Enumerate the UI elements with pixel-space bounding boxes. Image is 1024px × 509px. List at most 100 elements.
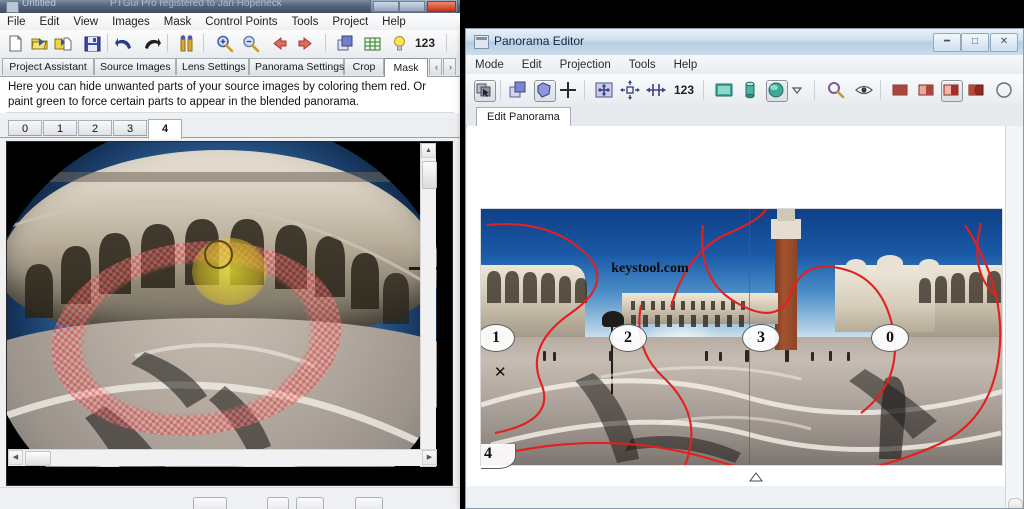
image-marker-2[interactable]: 2 [609, 324, 647, 353]
menu-file[interactable]: File [0, 13, 33, 29]
fit-to-window-icon[interactable] [594, 80, 614, 100]
open-project-icon[interactable] [30, 34, 49, 53]
panorama-canvas[interactable]: keystool.com 1 2 3 0 ✕ 4 [467, 126, 1005, 486]
next-icon[interactable] [296, 34, 315, 53]
canvas-scroll-up-button[interactable]: ▲ [421, 143, 436, 158]
main-close-button[interactable] [427, 1, 456, 12]
image-tab-4[interactable]: 4 [148, 119, 182, 139]
hint-icon[interactable] [390, 34, 409, 53]
panorama-editor-minimize-button[interactable]: ━ [933, 33, 961, 52]
panorama-editor-titlebar[interactable]: Panorama Editor ━ □ ✕ [466, 29, 1023, 56]
main-minimize-button[interactable] [373, 1, 399, 12]
image-tab-3[interactable]: 3 [113, 120, 147, 136]
tab-edit-panorama[interactable]: Edit Panorama [476, 107, 571, 127]
menu-edit[interactable]: Edit [33, 13, 67, 29]
image-tab-2[interactable]: 2 [78, 120, 112, 136]
mask-mode-4-icon[interactable] [966, 80, 986, 100]
mask-mode-1-icon[interactable] [890, 80, 910, 100]
bottom-button-3[interactable] [296, 497, 324, 509]
preview-eye-icon[interactable] [854, 80, 874, 100]
toolbar-separator-1 [107, 34, 108, 52]
projection-dropdown-icon[interactable] [790, 80, 810, 100]
canvas-horizontal-scrollbar[interactable]: ◀ ▶ [8, 449, 437, 466]
pe-menu-mode[interactable]: Mode [466, 55, 513, 72]
image-tab-0[interactable]: 0 [8, 120, 42, 136]
image-marker-0[interactable]: 0 [871, 324, 909, 353]
pe-menu-edit[interactable]: Edit [513, 55, 551, 72]
pe-menu-help[interactable]: Help [665, 55, 707, 72]
tab-mask[interactable]: Mask [384, 58, 428, 77]
pe-menu-projection[interactable]: Projection [551, 55, 620, 72]
pe-toolbar-separator-1 [500, 80, 501, 100]
pe-toolbar-number-label: 123 [674, 83, 695, 97]
spherical-projection-icon[interactable] [766, 80, 788, 102]
mask-mode-3-icon[interactable] [941, 80, 963, 102]
redo-icon[interactable] [142, 34, 161, 53]
zoom-in-icon[interactable] [215, 34, 234, 53]
tab-project-assistant[interactable]: Project Assistant [2, 58, 94, 75]
menu-mask[interactable]: Mask [157, 13, 198, 29]
tab-lens-settings[interactable]: Lens Settings [176, 58, 249, 75]
menu-view[interactable]: View [66, 13, 105, 29]
tab-panorama-settings[interactable]: Panorama Settings [249, 58, 344, 75]
panorama-editor-tabstrip: Edit Panorama [466, 106, 1023, 127]
menu-tools[interactable]: Tools [285, 13, 326, 29]
canvas-vscroll-thumb[interactable] [422, 161, 437, 189]
mask-image-canvas[interactable]: ▲ ▼ ◀ ▶ [7, 142, 437, 467]
brush-cursor-icon [203, 239, 233, 269]
mask-mode-5-icon[interactable] [994, 80, 1014, 100]
bottom-button-2[interactable] [267, 497, 289, 509]
main-window-buttons[interactable] [370, 0, 458, 13]
mask-mode-2-icon[interactable] [916, 80, 936, 100]
menu-images[interactable]: Images [105, 13, 157, 29]
toolbar-separator-4 [325, 34, 326, 52]
panorama-editor-icon[interactable] [336, 34, 355, 53]
canvas-vertical-scrollbar[interactable]: ▲ ▼ [420, 143, 437, 467]
panorama-editor-close-button[interactable]: ✕ [990, 33, 1018, 52]
panorama-editor-title: Panorama Editor [494, 34, 585, 48]
bottom-button-1[interactable] [193, 497, 227, 509]
tab-crop[interactable]: Crop [344, 58, 384, 75]
pe-menu-tools[interactable]: Tools [620, 55, 665, 72]
panorama-editor-maximize-button[interactable]: □ [961, 33, 989, 52]
image-tab-1[interactable]: 1 [43, 120, 77, 136]
panorama-image-container[interactable]: keystool.com 1 2 3 0 ✕ [480, 208, 1003, 466]
save-as-icon[interactable] [54, 34, 73, 53]
zoom-icon[interactable] [826, 80, 846, 100]
tab-scroll-right-button[interactable]: › [443, 58, 456, 75]
panorama-vscroll-thumb[interactable] [1008, 498, 1023, 508]
canvas-scroll-right-button[interactable]: ▶ [422, 450, 437, 465]
new-project-icon[interactable] [6, 34, 25, 53]
zoom-out-icon[interactable] [241, 34, 260, 53]
canvas-scroll-left-button[interactable]: ◀ [8, 450, 23, 465]
main-window-titlebar[interactable]: Untitled PTGui Pro registered to Jan Hop… [0, 0, 460, 13]
canvas-hscroll-thumb[interactable] [25, 451, 51, 466]
align-tools-icon[interactable] [177, 34, 196, 53]
tab-source-images[interactable]: Source Images [94, 58, 176, 75]
table-icon[interactable] [363, 34, 382, 53]
edit-shape-icon[interactable] [534, 80, 556, 102]
cylindrical-projection-icon[interactable] [740, 80, 760, 100]
tab-scroll-left-button[interactable]: ‹ [429, 58, 442, 75]
image-marker-3[interactable]: 3 [742, 324, 780, 353]
toolbar-number-label: 123 [415, 36, 436, 50]
previous-icon[interactable] [270, 34, 289, 53]
menu-project[interactable]: Project [325, 13, 375, 29]
delete-marker-icon[interactable]: ✕ [494, 363, 507, 381]
save-icon[interactable] [83, 34, 102, 53]
undo-icon[interactable] [115, 34, 134, 53]
horizontal-fit-icon[interactable] [646, 80, 666, 100]
panorama-editor-menubar: Mode Edit Projection Tools Help [466, 55, 1023, 74]
panorama-drag-handle[interactable] [749, 469, 763, 482]
center-icon[interactable] [620, 80, 640, 100]
menu-control-points[interactable]: Control Points [198, 13, 284, 29]
crosshair-icon[interactable] [558, 80, 578, 100]
select-tool-icon[interactable] [474, 80, 496, 102]
panorama-vertical-scrollbar[interactable] [1005, 126, 1023, 508]
bottom-button-4[interactable] [355, 497, 383, 509]
rectilinear-projection-icon[interactable] [714, 80, 734, 100]
move-layers-icon[interactable] [508, 80, 528, 100]
menu-help[interactable]: Help [375, 13, 413, 29]
image-marker-4[interactable]: 4 [481, 444, 516, 469]
main-maximize-button[interactable] [399, 1, 425, 12]
